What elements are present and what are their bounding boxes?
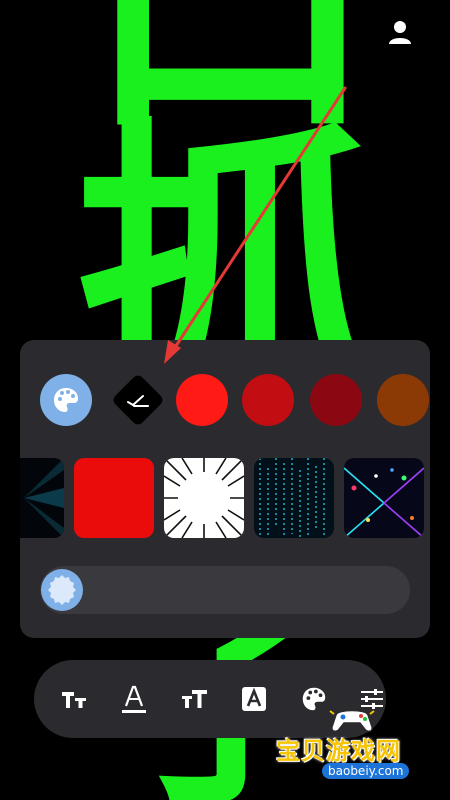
color-swatch-2[interactable] xyxy=(242,374,294,426)
bg-tile-solid-red[interactable] xyxy=(74,458,154,538)
color-swatch-row xyxy=(20,373,430,434)
palette-button[interactable] xyxy=(40,374,92,426)
color-panel xyxy=(20,340,430,638)
color-swatch-4[interactable] xyxy=(377,374,429,426)
opacity-slider[interactable] xyxy=(40,566,410,614)
eyedropper-icon xyxy=(127,395,149,407)
blob-knob-icon[interactable] xyxy=(40,568,84,612)
watermark-brand: 宝贝游戏网 xyxy=(276,737,401,765)
font-case-icon[interactable] xyxy=(174,679,214,719)
watermark-url: baobeiy.com xyxy=(322,763,410,779)
bg-tile-neon-lines[interactable] xyxy=(344,458,424,538)
background-tile-row xyxy=(20,458,430,538)
text-underline-color-icon[interactable] xyxy=(114,679,154,719)
eyedropper-button[interactable] xyxy=(111,373,165,427)
bg-tile-white-speedlines[interactable] xyxy=(164,458,244,538)
text-box-icon[interactable] xyxy=(234,679,274,719)
person-icon[interactable] xyxy=(386,18,414,46)
palette-icon xyxy=(54,388,78,412)
bg-tile-dark-burst[interactable] xyxy=(20,458,64,538)
text-size-icon[interactable] xyxy=(54,679,94,719)
color-swatch-1[interactable] xyxy=(176,374,228,426)
color-swatch-3[interactable] xyxy=(310,374,362,426)
site-watermark: 宝贝游戏网 baobeiy.com xyxy=(270,705,430,785)
bg-tile-blue-matrix[interactable] xyxy=(254,458,334,538)
